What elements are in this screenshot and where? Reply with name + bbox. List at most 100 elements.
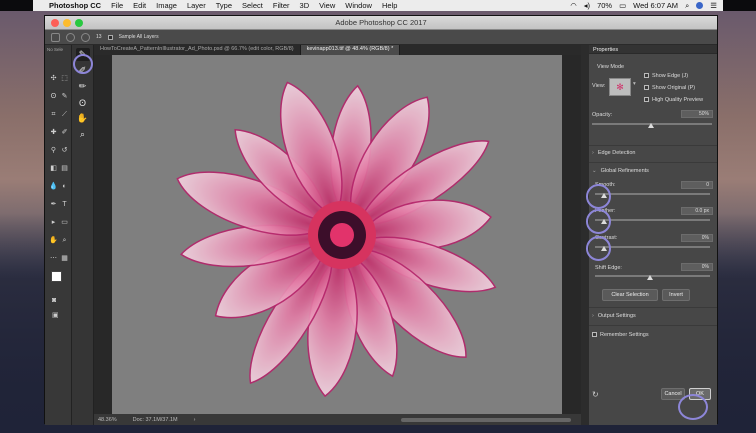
- menu-file[interactable]: File: [111, 1, 123, 10]
- more-tools-icon[interactable]: ⋯: [49, 254, 58, 263]
- smooth-field[interactable]: 0: [681, 181, 713, 189]
- tool-preset-icon[interactable]: [51, 32, 60, 42]
- menu-image[interactable]: Image: [156, 1, 177, 10]
- ok-button[interactable]: OK: [689, 388, 711, 400]
- view-mode-label: View Mode: [597, 64, 625, 70]
- zoom-tool-icon[interactable]: ⌕: [76, 128, 90, 141]
- pen-tool-icon[interactable]: ✒: [49, 200, 58, 209]
- brush-tool-icon[interactable]: ✐: [60, 128, 69, 137]
- cancel-button[interactable]: Cancel: [661, 388, 685, 400]
- brush-mode-icon[interactable]: [66, 32, 75, 42]
- document-canvas[interactable]: [112, 55, 562, 414]
- high-quality-preview-checkbox[interactable]: [644, 97, 649, 103]
- menu-select[interactable]: Select: [242, 1, 263, 10]
- menu-edit[interactable]: Edit: [133, 1, 146, 10]
- show-original-checkbox[interactable]: [644, 85, 649, 91]
- menu-view[interactable]: View: [319, 1, 335, 10]
- opacity-slider-knob[interactable]: [648, 123, 654, 128]
- clear-selection-button[interactable]: Clear Selection: [602, 289, 658, 301]
- move-tool-icon[interactable]: ✣: [49, 74, 58, 83]
- smooth-slider-knob[interactable]: [601, 193, 607, 198]
- view-mode-thumbnail[interactable]: ✻: [609, 78, 631, 96]
- search-icon[interactable]: ⌕: [685, 1, 689, 11]
- siri-icon[interactable]: [696, 2, 704, 9]
- dodge-tool-icon[interactable]: ◐: [60, 182, 69, 191]
- notifications-icon[interactable]: ☰: [710, 1, 717, 10]
- menu-filter[interactable]: Filter: [273, 1, 290, 10]
- type-tool-icon[interactable]: T: [60, 200, 69, 209]
- battery-label[interactable]: 70%: [597, 1, 612, 10]
- shift-edge-field[interactable]: 0%: [681, 263, 713, 271]
- brush-size-value[interactable]: 13: [96, 34, 102, 40]
- menu-layer[interactable]: Layer: [187, 1, 206, 10]
- brush-tool-icon[interactable]: ✏: [76, 80, 90, 93]
- marquee-tool-icon[interactable]: ⬚: [60, 74, 69, 83]
- gradient-tool-icon[interactable]: ▤: [60, 164, 69, 173]
- screen-mode-icon[interactable]: ▣: [52, 311, 59, 319]
- view-label: View:: [592, 83, 606, 89]
- sample-all-layers-checkbox[interactable]: [107, 34, 113, 40]
- hand-tool-icon[interactable]: ✋: [76, 112, 90, 125]
- contrast-slider-knob[interactable]: [601, 246, 607, 251]
- smooth-label: Smooth:: [595, 182, 616, 188]
- app-menu[interactable]: Photoshop CC: [49, 1, 101, 10]
- quick-select-tool-icon[interactable]: ✎: [60, 92, 69, 101]
- sample-all-layers-label: Sample All Layers: [118, 34, 159, 40]
- edge-detection-chevron-icon[interactable]: ›: [592, 150, 594, 156]
- lasso-tool-icon[interactable]: ʘ: [76, 96, 90, 109]
- path-select-tool-icon[interactable]: ▸: [49, 218, 58, 227]
- feather-slider[interactable]: [595, 219, 710, 221]
- shift-edge-slider-knob[interactable]: [647, 275, 653, 280]
- hand-tool-icon[interactable]: ✋: [49, 236, 58, 245]
- volume-icon[interactable]: ◂): [584, 1, 590, 10]
- edit-toolbar-icon[interactable]: ▦: [60, 254, 69, 263]
- opacity-field[interactable]: 50%: [681, 110, 713, 118]
- menu-type[interactable]: Type: [216, 1, 232, 10]
- status-arrow-icon[interactable]: ›: [194, 417, 196, 423]
- menu-3d[interactable]: 3D: [300, 1, 310, 10]
- output-settings-section[interactable]: Output Settings: [598, 313, 636, 319]
- menu-help[interactable]: Help: [382, 1, 397, 10]
- refine-edge-brush-icon[interactable]: ✐: [76, 64, 90, 77]
- clock[interactable]: Wed 6:07 AM: [633, 1, 678, 10]
- output-settings-chevron-icon[interactable]: ›: [592, 313, 594, 319]
- smooth-slider[interactable]: [595, 193, 710, 195]
- blur-tool-icon[interactable]: 💧: [49, 182, 58, 191]
- feather-slider-knob[interactable]: [601, 219, 607, 224]
- view-dropdown-icon[interactable]: ▾: [633, 81, 636, 87]
- tab-kevinapp013[interactable]: kevinapp013.tif @ 48.4% (RGB/8) *: [300, 45, 401, 55]
- quick-mask-icon[interactable]: ◙: [52, 297, 56, 304]
- flower-image: [176, 81, 497, 398]
- global-refinements-section[interactable]: Global Refinements: [601, 168, 649, 174]
- wifi-icon[interactable]: ◠: [570, 1, 577, 10]
- zoom-level[interactable]: 48.36%: [98, 417, 117, 423]
- eraser-tool-icon[interactable]: ◧: [49, 164, 58, 173]
- healing-tool-icon[interactable]: ✚: [49, 128, 58, 137]
- opacity-label: Opacity:: [592, 112, 613, 118]
- feather-label: Feather:: [595, 208, 616, 214]
- stamp-tool-icon[interactable]: ⚲: [49, 146, 58, 155]
- invert-button[interactable]: Invert: [662, 289, 690, 301]
- horizontal-scrollbar[interactable]: [401, 417, 571, 422]
- contrast-slider[interactable]: [595, 246, 710, 248]
- window-titlebar: Adobe Photoshop CC 2017: [45, 16, 717, 30]
- eyedropper-tool-icon[interactable]: ⟋: [60, 111, 69, 120]
- reset-workspace-icon[interactable]: ↻: [592, 390, 599, 399]
- contrast-field[interactable]: 0%: [681, 234, 713, 242]
- foreground-color-swatch[interactable]: [51, 271, 62, 282]
- shape-tool-icon[interactable]: ▭: [60, 218, 69, 227]
- zoom-tool-icon[interactable]: ⌕: [60, 237, 69, 246]
- remember-settings-checkbox[interactable]: [592, 332, 597, 338]
- battery-icon[interactable]: ▭: [619, 1, 626, 10]
- tab-pattern-psd[interactable]: HowToCreateA_PatternInIllustrator_Ad_Pho…: [94, 45, 301, 55]
- history-brush-tool-icon[interactable]: ↺: [60, 146, 69, 155]
- brush-subtract-icon[interactable]: [81, 32, 90, 42]
- show-edge-checkbox[interactable]: [644, 73, 649, 79]
- menu-window[interactable]: Window: [345, 1, 372, 10]
- lasso-tool-icon[interactable]: ʘ: [49, 92, 58, 101]
- edge-detection-section[interactable]: Edge Detection: [598, 150, 636, 156]
- quick-selection-brush-icon[interactable]: ✎: [75, 48, 90, 61]
- feather-field[interactable]: 0.0 px: [681, 207, 713, 215]
- crop-tool-icon[interactable]: ⌗: [49, 111, 58, 120]
- global-refinements-chevron-icon[interactable]: ⌄: [592, 168, 597, 174]
